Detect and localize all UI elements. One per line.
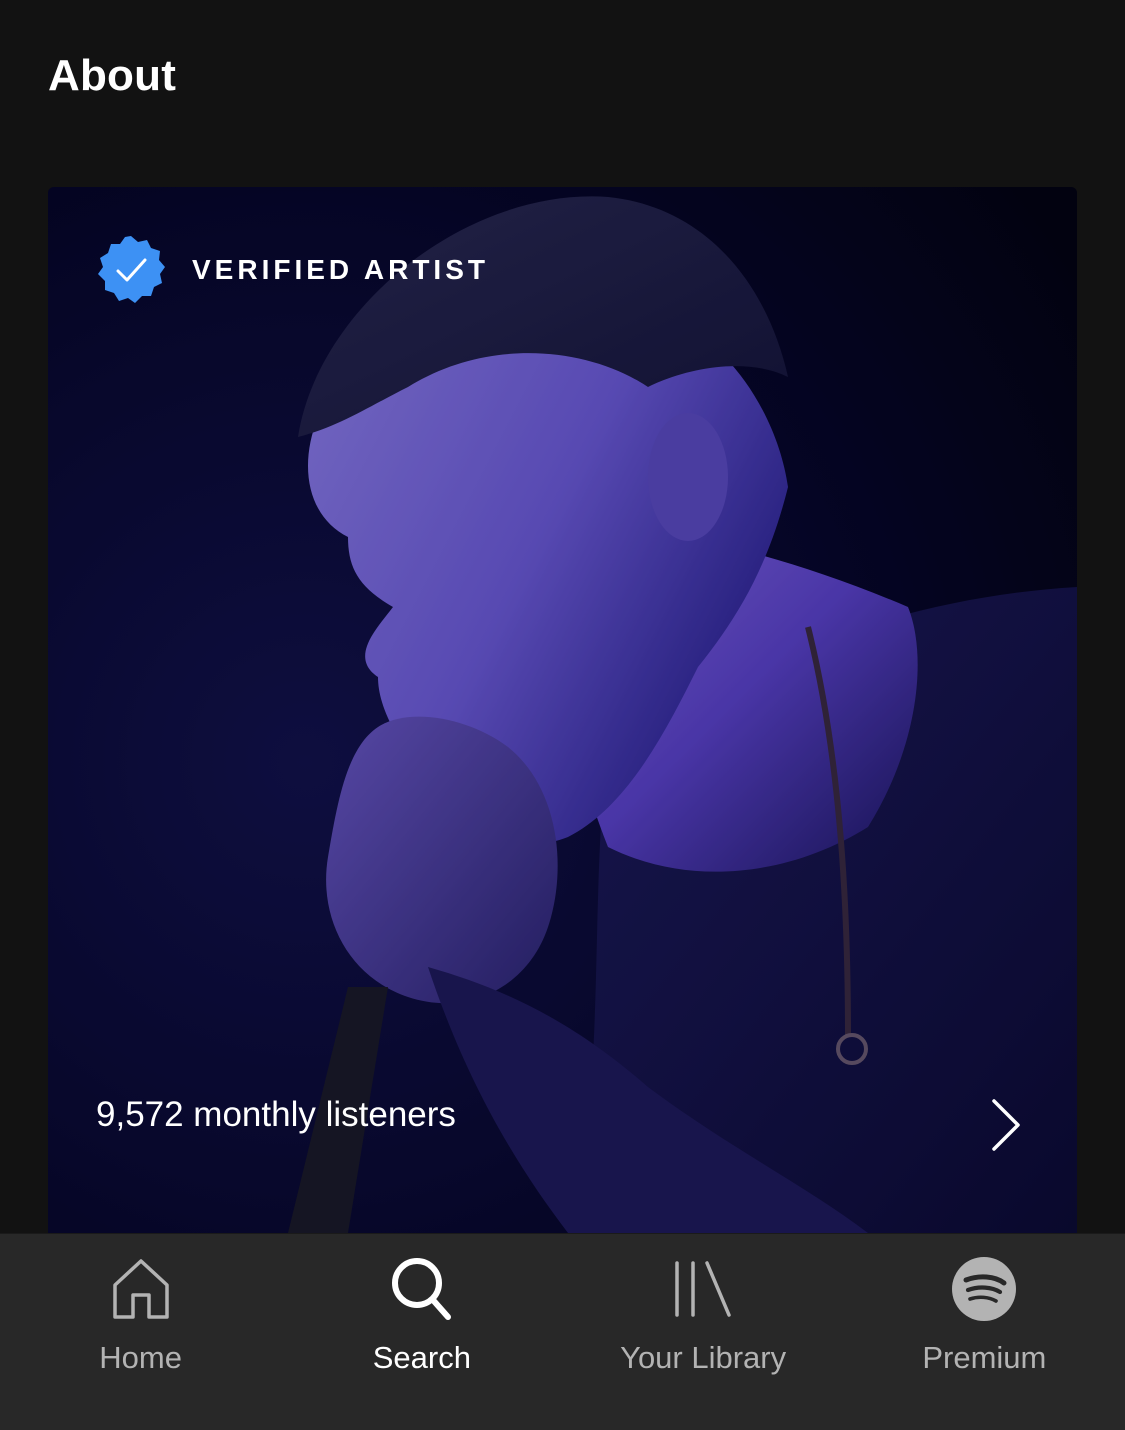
home-icon [101,1252,181,1326]
verified-artist-row: VERIFIED ARTIST [96,235,489,305]
verified-artist-label: VERIFIED ARTIST [192,254,489,285]
tab-search[interactable]: Search [281,1234,562,1430]
section-title: About [48,51,177,100]
search-icon [382,1252,462,1326]
tab-label-search: Search [372,1340,471,1375]
bottom-tab-bar: Home Search Your Library Premium [0,1233,1125,1430]
library-icon [663,1252,743,1326]
tab-your-library[interactable]: Your Library [563,1234,844,1430]
artist-about-screen: About VERIFIED ARTIST 9,572 monthly list… [0,0,1125,1430]
tab-home[interactable]: Home [0,1234,281,1430]
artist-photo [48,187,1077,1233]
tab-label-premium: Premium [922,1340,1047,1375]
spotify-logo-icon [944,1252,1024,1326]
tab-premium[interactable]: Premium [844,1234,1125,1430]
verified-badge-icon [98,236,165,303]
monthly-listeners: 9,572 monthly listeners [96,1095,456,1134]
tab-label-home: Home [99,1340,182,1375]
tab-label-your-library: Your Library [620,1340,787,1375]
chevron-right-icon[interactable] [986,1097,1026,1153]
about-artist-card[interactable]: VERIFIED ARTIST 9,572 monthly listeners [48,187,1077,1233]
